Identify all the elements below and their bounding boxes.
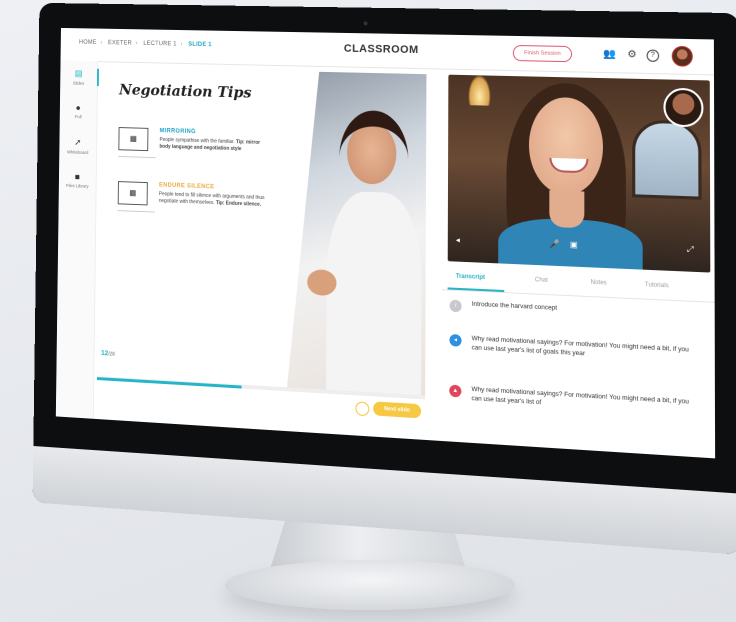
tip-body: People tend to fill silence with argumen… — [159, 191, 271, 208]
monitor-stand-base — [225, 560, 515, 610]
sidebar-item-label: Files Library — [65, 183, 89, 189]
avatar[interactable] — [671, 45, 693, 67]
breadcrumb-course[interactable]: EXETER — [108, 40, 132, 46]
prev-slide-button[interactable] — [355, 401, 370, 417]
tip-name: MIRRORING — [159, 128, 196, 136]
mic-icon[interactable]: 🎤 — [549, 239, 559, 249]
tab-chat[interactable]: Chat — [535, 277, 548, 284]
divider — [118, 155, 156, 159]
alert-icon: ▲ — [449, 384, 462, 398]
monitor: HOME › EXETER › LECTURE 1 › SLIDE 1 CLASSRO… — [32, 2, 736, 555]
folder-icon: ■ — [74, 171, 80, 182]
presentation-icon: ▦ — [118, 127, 149, 152]
sidebar-item-poll[interactable]: ● Poll — [60, 102, 97, 119]
sidebar-item-slides[interactable]: ▤ Slides — [60, 67, 99, 87]
slide-title: Negotiation Tips — [118, 80, 252, 102]
speaker-face — [528, 96, 603, 197]
divider — [117, 210, 155, 213]
tip-mirroring: ▦ MIRRORING People sympathise with the f… — [118, 127, 309, 159]
breadcrumb-home[interactable]: HOME — [79, 40, 97, 46]
transcript-text: Introduce the harvard concept — [471, 300, 558, 312]
sidebar-item-label: Whiteboard — [67, 149, 89, 155]
slide-photo — [287, 71, 426, 395]
finish-session-button[interactable]: Finish Session — [512, 44, 573, 63]
slide: Negotiation Tips ▦ MIRRORING People symp… — [97, 66, 427, 396]
screen: HOME › EXETER › LECTURE 1 › SLIDE 1 CLASSRO… — [55, 27, 716, 459]
list-item: ◂ Why read motivational sayings? For mot… — [449, 333, 697, 357]
sidebar-item-label: Slides — [72, 80, 85, 86]
gear-icon[interactable]: ⚙ — [626, 49, 639, 61]
video-feed: ◂ 🎤 ▣ ⤢ — [447, 74, 711, 273]
tip-body: People sympathise with the familiar. Tip… — [159, 137, 271, 154]
pointer-icon: ➚ — [74, 137, 82, 148]
presentation-icon: ▦ — [117, 181, 148, 206]
tab-tutorials[interactable]: Tutorials — [645, 282, 669, 289]
transcript-text: Why read motivational sayings? For motiv… — [471, 385, 690, 407]
speaker-icon: ◂ — [449, 333, 462, 347]
sidebar-item-whiteboard[interactable]: ➚ Whiteboard — [59, 137, 96, 155]
transcript-text: Why read motivational sayings? For motiv… — [471, 335, 689, 358]
sidebar: ▤ Slides ● Poll ➚ Whiteboard ■ Files Lib… — [55, 60, 99, 419]
background-window — [632, 119, 702, 200]
sidebar-item-files[interactable]: ■ Files Library — [59, 171, 96, 189]
side-panel: Transcript Chat Notes Tutorials i Introd… — [441, 266, 716, 459]
slides-icon: ▤ — [74, 68, 83, 79]
breadcrumb: HOME › EXETER › LECTURE 1 › SLIDE 1 — [79, 39, 212, 49]
slide-number: 12 — [101, 350, 109, 358]
participants-icon[interactable]: 👥 — [603, 49, 616, 61]
next-slide-button[interactable]: Next slide — [373, 401, 422, 419]
tip-name: ENDURE SILENCE — [158, 182, 215, 191]
tip-hint: Tip: Endure silence. — [215, 199, 262, 208]
poll-icon: ● — [75, 102, 81, 113]
slide-counter: 12/28 — [101, 350, 115, 358]
tab-transcript[interactable]: Transcript — [456, 274, 485, 281]
page-title: CLASSROOM — [343, 42, 419, 57]
camera-dot — [363, 21, 368, 26]
fullscreen-icon[interactable]: ⤢ — [687, 245, 694, 256]
lamp — [468, 75, 491, 106]
tab-notes[interactable]: Notes — [591, 280, 607, 287]
help-icon[interactable]: ? — [646, 49, 660, 62]
camera-off-icon[interactable]: ▣ — [570, 240, 578, 250]
breadcrumb-current: SLIDE 1 — [188, 41, 212, 49]
sidebar-item-label: Poll — [74, 114, 82, 120]
slide-total: /28 — [108, 351, 115, 358]
self-view-avatar[interactable] — [663, 87, 704, 128]
list-item: ▲ Why read motivational sayings? For mot… — [449, 384, 698, 406]
tab-bar: Transcript Chat Notes Tutorials — [441, 266, 715, 303]
tip-endure-silence: ▦ ENDURE SILENCE People tend to fill sil… — [117, 181, 308, 213]
list-item: i Introduce the harvard concept — [449, 299, 698, 313]
active-tab-indicator — [447, 287, 505, 293]
info-icon: i — [449, 299, 462, 313]
breadcrumb-lecture[interactable]: LECTURE 1 — [143, 41, 176, 47]
volume-icon[interactable]: ◂ — [456, 235, 460, 244]
